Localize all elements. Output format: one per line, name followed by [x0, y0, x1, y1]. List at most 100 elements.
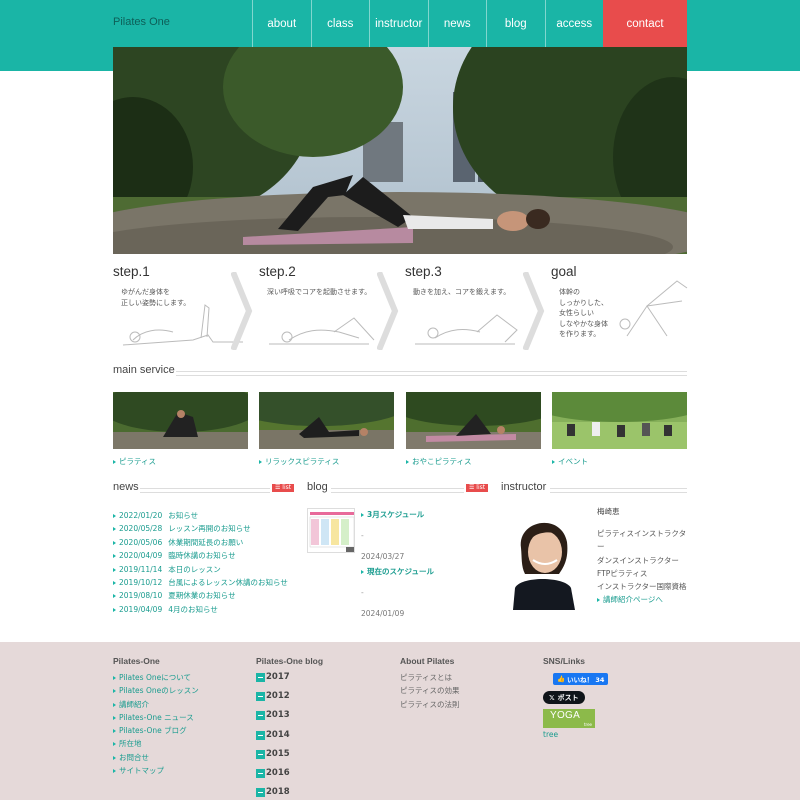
- chevron-right-icon: [523, 272, 545, 350]
- instructor-link-label: 講師紹介ページへ: [603, 595, 663, 604]
- news-text: レッスン再開のお知らせ: [168, 524, 251, 534]
- nav-news[interactable]: news: [427, 0, 487, 47]
- yoga-tree-badge[interactable]: YOGA tree: [543, 709, 595, 728]
- footer-link[interactable]: サイトマップ: [113, 764, 199, 777]
- service-image[interactable]: [113, 392, 248, 449]
- service-label: イベント: [558, 457, 588, 466]
- yoga-badge-sub: tree: [583, 722, 592, 727]
- news-date: 2020/05/28: [119, 524, 163, 534]
- news-item[interactable]: 2020/04/09 臨時休講のお知らせ: [113, 549, 288, 562]
- archive-year-label: 2013: [266, 710, 290, 721]
- triangle-icon: [113, 742, 116, 747]
- service-card[interactable]: ピラティス: [113, 392, 248, 466]
- footer-link[interactable]: お問合せ: [113, 751, 199, 764]
- instructor-page-link[interactable]: 講師紹介ページへ: [597, 594, 663, 605]
- nav-access[interactable]: access: [544, 0, 604, 47]
- footer-col-title: Pilates-One blog: [256, 656, 324, 666]
- footer-link[interactable]: ピラティスとは: [400, 671, 460, 684]
- nav-contact[interactable]: contact: [603, 0, 687, 47]
- service-link[interactable]: イベント: [552, 456, 588, 467]
- triangle-icon: [113, 567, 116, 572]
- collapse-icon: [256, 749, 265, 759]
- facebook-like-button[interactable]: 👍 いいね！ 34: [553, 673, 609, 685]
- site-logo[interactable]: Pilates One: [113, 16, 170, 28]
- chevron-right-icon: [231, 272, 253, 350]
- title-divider: [140, 488, 270, 493]
- news-list-button[interactable]: ☰ list: [272, 484, 295, 492]
- triangle-icon: [113, 527, 116, 532]
- service-card[interactable]: リラックスピラティス: [259, 392, 394, 466]
- nav-blog[interactable]: blog: [486, 0, 545, 47]
- step-title: goal: [551, 264, 577, 279]
- news-date: 2019/10/12: [119, 577, 163, 587]
- x-post-button[interactable]: 𝕏 ポスト: [543, 691, 585, 704]
- service-image[interactable]: [552, 392, 687, 449]
- news-date: 2020/04/09: [119, 551, 163, 561]
- news-item[interactable]: 2020/05/06 休業期間延長のお願い: [113, 536, 288, 549]
- thumbs-up-icon: 👍: [557, 675, 566, 683]
- blog-excerpt: -: [361, 531, 364, 540]
- footer-link[interactable]: Pilates Oneについて: [113, 671, 199, 684]
- service-label: リラックスピラティス: [265, 457, 340, 466]
- archive-year[interactable]: 2015: [256, 745, 290, 764]
- blog-entry: 現在のスケジュール - 2024/01/09: [361, 566, 434, 618]
- nav-instructor[interactable]: instructor: [369, 0, 428, 47]
- instructor-name: 梅崎恵: [597, 507, 620, 516]
- service-card[interactable]: おやこピラティス: [406, 392, 541, 466]
- blog-date: 2024/03/27: [361, 552, 405, 561]
- news-item[interactable]: 2019/10/12 台風によるレッスン休講のお知らせ: [113, 576, 288, 589]
- archive-year[interactable]: 2013: [256, 706, 290, 725]
- nav-about[interactable]: about: [252, 0, 311, 47]
- archive-year[interactable]: 2012: [256, 687, 290, 706]
- triangle-icon: [113, 540, 116, 545]
- triangle-icon: [113, 594, 116, 599]
- collapse-icon: [256, 692, 265, 702]
- archive-year[interactable]: 2014: [256, 726, 290, 745]
- service-card[interactable]: イベント: [552, 392, 687, 466]
- nav-class[interactable]: class: [310, 0, 370, 47]
- news-item[interactable]: 2022/01/20 お知らせ: [113, 509, 288, 522]
- archive-year-label: 2016: [266, 767, 290, 778]
- blog-thumbnail[interactable]: [307, 508, 355, 553]
- footer-link[interactable]: Pilates Oneのレッスン: [113, 684, 199, 697]
- news-date: 2020/05/06: [119, 537, 163, 547]
- news-text: 本日のレッスン: [168, 564, 221, 574]
- service-image[interactable]: [259, 392, 394, 449]
- news-list: 2022/01/20 お知らせ 2020/05/28 レッスン再開のお知らせ 202…: [113, 509, 288, 616]
- triangle-icon: [113, 755, 116, 760]
- archive-year[interactable]: 2018: [256, 783, 290, 800]
- news-item[interactable]: 2019/11/14 本日のレッスン: [113, 563, 288, 576]
- blog-list-button[interactable]: ☰ list: [466, 484, 489, 492]
- instructor-photo: [505, 508, 580, 610]
- triangle-icon: [113, 715, 116, 720]
- blog-entry-link[interactable]: 現在のスケジュール: [361, 566, 434, 577]
- step-goal: goal 体幹の しっかりした、 女性らしい しなやかな身体 を作ります。: [551, 258, 697, 350]
- footer-link[interactable]: Pilates-One ニュース: [113, 711, 199, 724]
- news-item[interactable]: 2020/05/28 レッスン再開のお知らせ: [113, 522, 288, 535]
- archive-year[interactable]: 2017: [256, 668, 290, 687]
- footer-link[interactable]: 所在地: [113, 737, 199, 750]
- main-nav: about class instructor news blog access …: [252, 0, 687, 47]
- news-text: 臨時休講のお知らせ: [168, 551, 236, 561]
- step-description: 体幹の しっかりした、 女性らしい しなやかな身体 を作ります。: [559, 288, 608, 338]
- footer-link-label: Pilates Oneについて: [119, 673, 192, 682]
- blog-entry-link[interactable]: 3月スケジュール: [361, 509, 424, 520]
- triangle-icon: [113, 689, 116, 694]
- service-link[interactable]: リラックスピラティス: [259, 456, 339, 467]
- tree-link[interactable]: tree: [543, 730, 558, 739]
- blog-archive: 2017 2012 2013 2014 2015 2016 2018: [256, 668, 290, 800]
- footer-link[interactable]: ピラティスの効果: [400, 684, 460, 697]
- footer-link[interactable]: ピラティスの法則: [400, 698, 460, 711]
- footer-link[interactable]: Pilates-One ブログ: [113, 724, 199, 737]
- news-item[interactable]: 2019/08/10 夏期休業のお知らせ: [113, 589, 288, 602]
- news-item[interactable]: 2019/04/09 4月のお知らせ: [113, 603, 288, 616]
- triangle-icon: [113, 580, 116, 585]
- service-link[interactable]: おやこピラティス: [406, 456, 472, 467]
- news-title: news: [113, 481, 139, 493]
- service-link[interactable]: ピラティス: [113, 456, 156, 467]
- archive-year[interactable]: 2016: [256, 764, 290, 783]
- collapse-icon: [256, 788, 265, 798]
- footer-link[interactable]: 講師紹介: [113, 698, 199, 711]
- footer-link-label: Pilates-One ブログ: [119, 726, 187, 736]
- service-image[interactable]: [406, 392, 541, 449]
